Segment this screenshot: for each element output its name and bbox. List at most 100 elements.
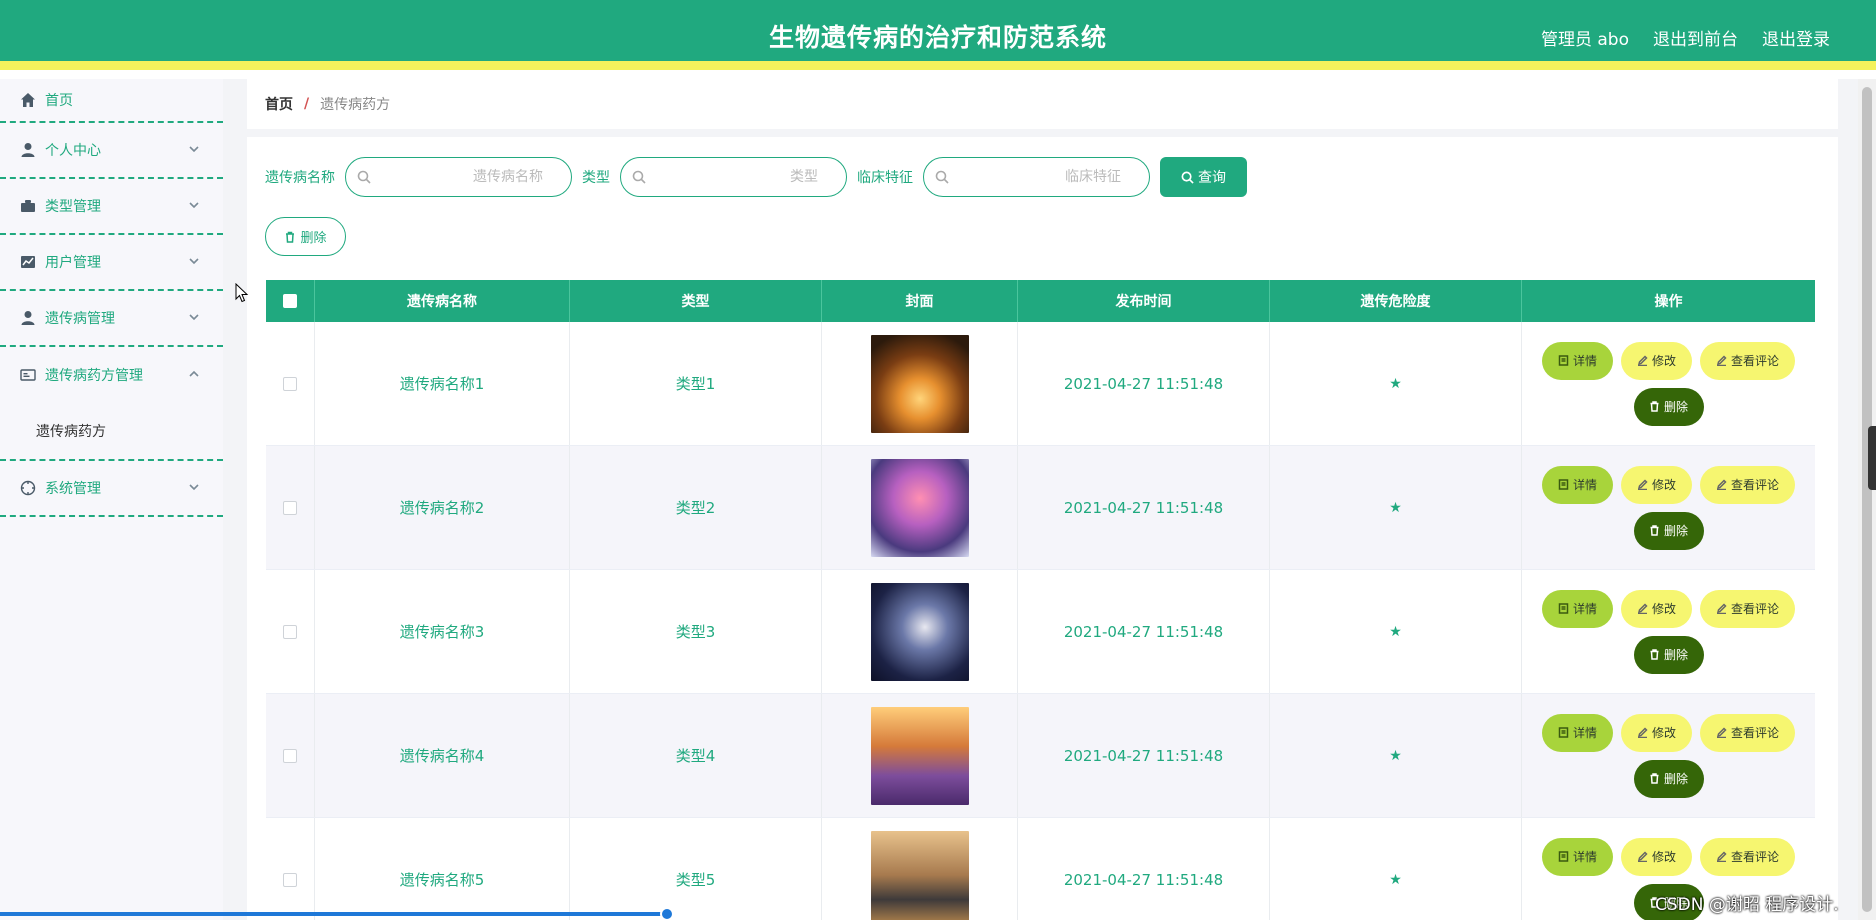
row-checkbox[interactable]	[283, 872, 297, 887]
detail-label: 详情	[1572, 478, 1597, 492]
table-row: 遗传病名称1 类型1 2021-04-27 11:51:48 ★ 详情 修改 查…	[266, 322, 1815, 446]
delete-button[interactable]: 删除	[1633, 387, 1704, 426]
edit-label: 修改	[1651, 478, 1676, 492]
pencil-icon	[1637, 355, 1648, 366]
edit-label: 修改	[1651, 354, 1676, 368]
search-icon	[357, 170, 371, 184]
sidebar-item-user-management[interactable]: 用户管理	[0, 235, 223, 291]
column-header: 发布时间	[1018, 280, 1270, 322]
view-comments-button[interactable]: 查看评论	[1700, 341, 1795, 380]
edit-button[interactable]: 修改	[1621, 341, 1692, 380]
sidebar-item-label: 类型管理	[45, 199, 101, 215]
column-header: 遗传危险度	[1270, 280, 1522, 322]
compass-icon	[20, 480, 36, 496]
type-search-input[interactable]	[621, 158, 846, 196]
select-all-checkbox[interactable]	[283, 294, 297, 308]
name-cell: 遗传病名称5	[315, 818, 570, 920]
row-checkbox[interactable]	[283, 500, 297, 515]
progress-handle[interactable]	[660, 907, 674, 920]
view-comments-label: 查看评论	[1730, 602, 1779, 616]
search-icon	[935, 170, 949, 184]
sidebar-item-personal-center[interactable]: 个人中心	[0, 123, 223, 179]
main-content: 首页 / 遗传病药方 遗传病名称 类型 临床特征 查询	[223, 79, 1858, 920]
sidebar: 首页 个人中心 类型管理 用户管理 遗传病管理 遗传病药方管理 遗传病药方 系统…	[0, 79, 223, 920]
table-row: 遗传病名称5 类型5 2021-04-27 11:51:48 ★ 详情 修改 查…	[266, 818, 1815, 920]
chevron-down-icon	[187, 480, 201, 494]
sidebar-item-prescription-management[interactable]: 遗传病药方管理	[0, 347, 223, 403]
select-all-cell	[266, 280, 315, 322]
star-icon: ★	[1389, 375, 1402, 392]
sidebar-item-system-management[interactable]: 系统管理	[0, 461, 223, 517]
query-button[interactable]: 查询	[1160, 157, 1247, 197]
edit-button[interactable]: 修改	[1621, 837, 1692, 876]
video-progress-bar[interactable]	[0, 912, 668, 916]
name-search-input[interactable]	[346, 158, 571, 196]
admin-user-link[interactable]: 管理员 abo	[1541, 25, 1629, 50]
sidebar-item-label: 个人中心	[45, 143, 101, 159]
delete-label: 删除	[1663, 400, 1688, 414]
detail-button[interactable]: 详情	[1542, 713, 1613, 752]
edit-button[interactable]: 修改	[1621, 589, 1692, 628]
row-checkbox[interactable]	[283, 624, 297, 639]
view-comments-label: 查看评论	[1730, 726, 1779, 740]
scrollbar-thumb[interactable]	[1862, 87, 1872, 912]
cover-cell	[822, 322, 1018, 445]
feature-search-box	[923, 157, 1150, 197]
detail-label: 详情	[1572, 354, 1597, 368]
sidebar-item-disease-management[interactable]: 遗传病管理	[0, 291, 223, 347]
sidebar-group-prescription: 遗传病药方管理 遗传病药方	[0, 347, 223, 461]
sidebar-item-type-management[interactable]: 类型管理	[0, 179, 223, 235]
edit-button[interactable]: 修改	[1621, 465, 1692, 504]
sidebar-subitem-prescription[interactable]: 遗传病药方	[0, 403, 223, 459]
vertical-scrollbar[interactable]	[1858, 79, 1876, 920]
delete-button[interactable]: 删除	[1633, 635, 1704, 674]
back-to-front-link[interactable]: 退出到前台	[1653, 25, 1738, 50]
delete-button[interactable]: 删除	[1633, 759, 1704, 798]
detail-button[interactable]: 详情	[1542, 837, 1613, 876]
detail-button[interactable]: 详情	[1542, 589, 1613, 628]
cover-cell	[822, 570, 1018, 693]
cover-image	[870, 334, 969, 433]
row-checkbox[interactable]	[283, 376, 297, 391]
pencil-icon	[1637, 851, 1648, 862]
delete-button[interactable]: 删除	[1633, 511, 1704, 550]
view-comments-button[interactable]: 查看评论	[1700, 713, 1795, 752]
pencil-icon	[1637, 479, 1648, 490]
type-cell: 类型5	[570, 818, 822, 920]
detail-button[interactable]: 详情	[1542, 465, 1613, 504]
detail-button[interactable]: 详情	[1542, 341, 1613, 380]
feature-search-input[interactable]	[924, 158, 1149, 196]
row-select-cell	[266, 570, 315, 693]
column-header: 类型	[570, 280, 822, 322]
detail-label: 详情	[1572, 850, 1597, 864]
watermark-text: CSDN @谢昭 程序设计.	[1655, 895, 1839, 915]
prescription-table: 遗传病名称 类型 封面 发布时间 遗传危险度 操作 遗传病名称1 类型1 202…	[266, 280, 1815, 920]
sidebar-item-home[interactable]: 首页	[0, 79, 223, 123]
search-icon	[1181, 171, 1194, 184]
document-icon	[1558, 355, 1569, 366]
star-icon: ★	[1389, 747, 1402, 764]
breadcrumb-home[interactable]: 首页	[265, 94, 293, 114]
batch-delete-button[interactable]: 删除	[265, 217, 346, 256]
type-search-box	[620, 157, 847, 197]
cover-cell	[822, 446, 1018, 569]
view-comments-button[interactable]: 查看评论	[1700, 837, 1795, 876]
column-header: 遗传病名称	[315, 280, 570, 322]
search-form: 遗传病名称 类型 临床特征 查询	[265, 157, 1247, 197]
risk-cell: ★	[1270, 446, 1522, 569]
edit-button[interactable]: 修改	[1621, 713, 1692, 752]
row-checkbox[interactable]	[283, 748, 297, 763]
table-row: 遗传病名称4 类型4 2021-04-27 11:51:48 ★ 详情 修改 查…	[266, 694, 1815, 818]
briefcase-icon	[20, 198, 36, 214]
table-row: 遗传病名称3 类型3 2021-04-27 11:51:48 ★ 详情 修改 查…	[266, 570, 1815, 694]
view-comments-button[interactable]: 查看评论	[1700, 465, 1795, 504]
trash-icon	[1650, 401, 1659, 412]
edit-label: 修改	[1651, 726, 1676, 740]
logout-link[interactable]: 退出登录	[1762, 25, 1830, 50]
side-drawer-handle[interactable]	[1868, 426, 1876, 490]
document-icon	[1558, 851, 1569, 862]
view-comments-button[interactable]: 查看评论	[1700, 589, 1795, 628]
pencil-icon	[1716, 355, 1727, 366]
cover-cell	[822, 818, 1018, 920]
pencil-icon	[1637, 727, 1648, 738]
